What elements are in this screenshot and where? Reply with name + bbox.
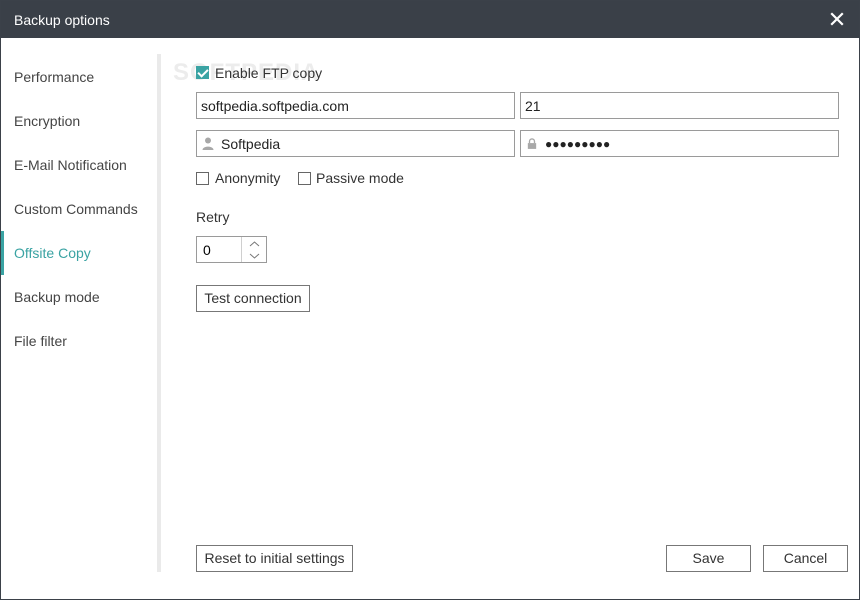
- ftp-password-field[interactable]: [520, 130, 839, 157]
- enable-ftp-checkbox[interactable]: [196, 66, 209, 79]
- sidebar-item-performance[interactable]: Performance: [1, 55, 158, 99]
- sidebar-item-custom-commands[interactable]: Custom Commands: [1, 187, 158, 231]
- anonymity-label: Anonymity: [215, 170, 281, 186]
- sidebar-item-file-filter[interactable]: File filter: [1, 319, 158, 363]
- retry-stepper-buttons: [241, 237, 266, 262]
- cancel-button[interactable]: Cancel: [763, 545, 848, 572]
- ftp-port-field[interactable]: [520, 92, 839, 119]
- ftp-username-field[interactable]: [196, 130, 515, 157]
- sidebar-item-email-notification[interactable]: E-Mail Notification: [1, 143, 158, 187]
- enable-ftp-label: Enable FTP copy: [215, 65, 323, 81]
- retry-stepper[interactable]: [196, 236, 267, 263]
- retry-input[interactable]: [197, 237, 241, 262]
- ftp-port-input[interactable]: [521, 93, 838, 118]
- sidebar-item-encryption[interactable]: Encryption: [1, 99, 158, 143]
- retry-increment-button[interactable]: [242, 237, 267, 249]
- sidebar-divider: [157, 54, 161, 572]
- save-button[interactable]: Save: [666, 545, 751, 572]
- title-bar: Backup options: [1, 1, 859, 38]
- anonymity-checkbox[interactable]: [196, 172, 209, 185]
- sidebar-item-backup-mode[interactable]: Backup mode: [1, 275, 158, 319]
- ftp-host-field[interactable]: [196, 92, 515, 119]
- passive-mode-checkbox[interactable]: [298, 172, 311, 185]
- ftp-username-input[interactable]: [197, 131, 514, 156]
- retry-label: Retry: [196, 209, 230, 225]
- sidebar: Performance Encryption E-Mail Notificati…: [1, 38, 158, 572]
- ftp-host-input[interactable]: [197, 93, 514, 118]
- retry-decrement-button[interactable]: [242, 249, 267, 261]
- passive-mode-label: Passive mode: [316, 170, 404, 186]
- chevron-down-icon: [249, 253, 260, 259]
- test-connection-button[interactable]: Test connection: [196, 285, 310, 312]
- sidebar-item-offsite-copy[interactable]: Offsite Copy: [1, 231, 158, 275]
- reset-settings-button[interactable]: Reset to initial settings: [196, 545, 353, 572]
- ftp-password-input[interactable]: [521, 131, 838, 156]
- backup-options-window: Backup options Performance Encryption E-…: [0, 0, 860, 600]
- close-button[interactable]: [827, 9, 847, 29]
- close-icon: [830, 12, 844, 26]
- window-title: Backup options: [14, 12, 110, 28]
